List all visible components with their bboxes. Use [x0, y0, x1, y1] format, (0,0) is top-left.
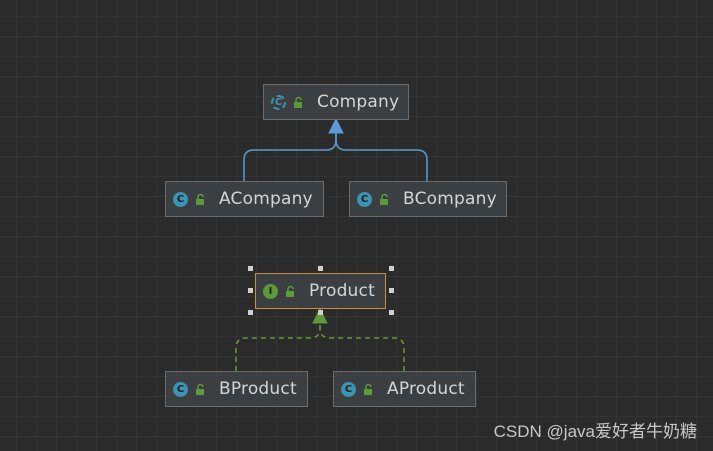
node-product[interactable]: I Product — [255, 273, 386, 309]
node-bcompany[interactable]: C BCompany — [349, 181, 507, 217]
class-icon: C — [173, 381, 188, 397]
interface-icon: I — [263, 283, 278, 299]
class-icon: C — [357, 191, 372, 207]
node-label: AProduct — [387, 379, 465, 399]
resize-handle-top-left[interactable] — [248, 266, 253, 271]
node-label: Product — [309, 281, 375, 301]
class-icon: C — [173, 191, 188, 207]
lock-icon — [196, 193, 204, 205]
resize-handle-bottom-right[interactable] — [389, 310, 394, 315]
node-label: BProduct — [219, 379, 297, 399]
lock-icon — [294, 96, 302, 108]
node-label: Company — [317, 92, 400, 112]
resize-handle-top[interactable] — [318, 266, 323, 271]
lock-icon — [364, 383, 372, 395]
lock-icon — [380, 193, 388, 205]
lock-icon — [196, 383, 204, 395]
resize-handle-bottom-left[interactable] — [248, 310, 253, 315]
node-company[interactable]: C Company — [263, 84, 409, 120]
node-label: BCompany — [403, 189, 497, 209]
resize-handle-left[interactable] — [248, 288, 253, 293]
node-label: ACompany — [219, 189, 313, 209]
edge-bcompany-company — [335, 133, 428, 181]
abstract-class-icon: C — [271, 94, 286, 110]
watermark: CSDN @java爱好者牛奶糖 — [493, 422, 697, 441]
resize-handle-right[interactable] — [389, 288, 394, 293]
resize-handle-bottom[interactable] — [318, 310, 323, 315]
class-icon: C — [341, 381, 356, 397]
edge-aproduct-product — [319, 323, 405, 371]
resize-handle-top-right[interactable] — [389, 266, 394, 271]
edge-bproduct-product — [235, 323, 321, 371]
node-bproduct[interactable]: C BProduct — [165, 371, 308, 407]
edge-acompany-company — [243, 133, 337, 181]
diagram-canvas[interactable]: C Company C ACompany C BCompany I Produc… — [0, 0, 713, 451]
lock-icon — [286, 285, 294, 297]
extends-arrowhead — [328, 117, 344, 134]
node-aproduct[interactable]: C AProduct — [333, 371, 476, 407]
node-acompany[interactable]: C ACompany — [165, 181, 324, 217]
